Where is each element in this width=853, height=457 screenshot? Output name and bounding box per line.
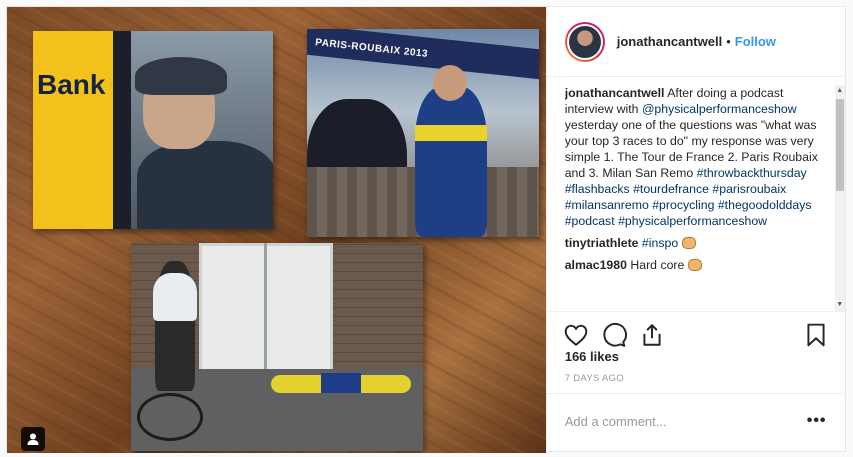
comment-item: tinytriathlete #inspo	[565, 235, 827, 251]
photo-print-paris-roubaix: PARIS-ROUBAIX 2013	[307, 29, 539, 237]
comment-text[interactable]: #inspo	[639, 236, 678, 250]
post-timestamp[interactable]: 7 DAYS AGO	[565, 373, 624, 384]
bookmark-icon[interactable]	[803, 322, 829, 348]
comments-scrollbar[interactable]: ▲ ▼	[834, 85, 845, 311]
more-options-button[interactable]: •••	[807, 412, 827, 430]
comment-text: Hard core	[626, 258, 685, 272]
follow-button[interactable]: Follow	[735, 34, 776, 49]
bank-sign: Bank	[37, 69, 106, 100]
hashtag[interactable]: #physicalperformanceshow	[618, 214, 767, 228]
heart-icon[interactable]	[563, 322, 589, 348]
comments-list: jonathancantwell After doing a podcast i…	[565, 85, 827, 311]
add-comment-input[interactable]	[564, 412, 785, 430]
scrollbar-thumb[interactable]	[835, 99, 844, 191]
hashtag[interactable]: #procycling	[652, 198, 714, 212]
caption-username[interactable]: jonathancantwell	[565, 86, 665, 100]
post-sidebar: jonathancantwell • Follow jonathancantwe…	[545, 7, 846, 453]
user-tag-icon[interactable]	[21, 427, 45, 451]
scroll-up-arrow-icon[interactable]: ▲	[835, 85, 845, 97]
add-comment-section: •••	[546, 393, 846, 453]
post-image[interactable]: Bank PARIS-ROUBAIX 2013	[7, 7, 546, 453]
hashtag[interactable]: #tourdefrance	[633, 182, 709, 196]
likes-count[interactable]: 166 likes	[565, 349, 619, 364]
comment-username[interactable]: tinytriathlete	[565, 236, 639, 250]
comment-username[interactable]: almac1980	[565, 258, 627, 272]
hashtag[interactable]: #flashbacks	[565, 182, 630, 196]
action-bar	[546, 311, 846, 353]
photo-print-rider-closeup: Bank	[33, 31, 273, 229]
caption: jonathancantwell After doing a podcast i…	[565, 85, 827, 229]
photo-print-crash	[131, 243, 423, 451]
hashtag[interactable]: #podcast	[565, 214, 615, 228]
post-frame: Bank PARIS-ROUBAIX 2013 jonathancantwell…	[6, 6, 846, 453]
avatar[interactable]	[564, 21, 605, 62]
hashtag[interactable]: #throwbackthursday	[697, 166, 807, 180]
username-link[interactable]: jonathancantwell	[617, 34, 722, 49]
hashtag[interactable]: #milansanremo	[565, 198, 649, 212]
post-header: jonathancantwell • Follow	[546, 7, 846, 77]
flexed-biceps-icon	[687, 259, 702, 271]
avatar-image	[566, 23, 603, 60]
comment-item: almac1980 Hard core	[565, 257, 827, 273]
scroll-down-arrow-icon[interactable]: ▼	[835, 299, 845, 311]
hashtag[interactable]: #thegoodolddays	[718, 198, 812, 212]
separator-dot: •	[726, 34, 731, 49]
caption-mention[interactable]: @physicalperformanceshow	[642, 102, 797, 116]
share-icon[interactable]	[639, 322, 665, 348]
raising-hands-icon	[681, 237, 696, 249]
hashtag[interactable]: #parisroubaix	[712, 182, 786, 196]
comment-icon[interactable]	[601, 322, 627, 348]
person-icon	[27, 433, 39, 445]
